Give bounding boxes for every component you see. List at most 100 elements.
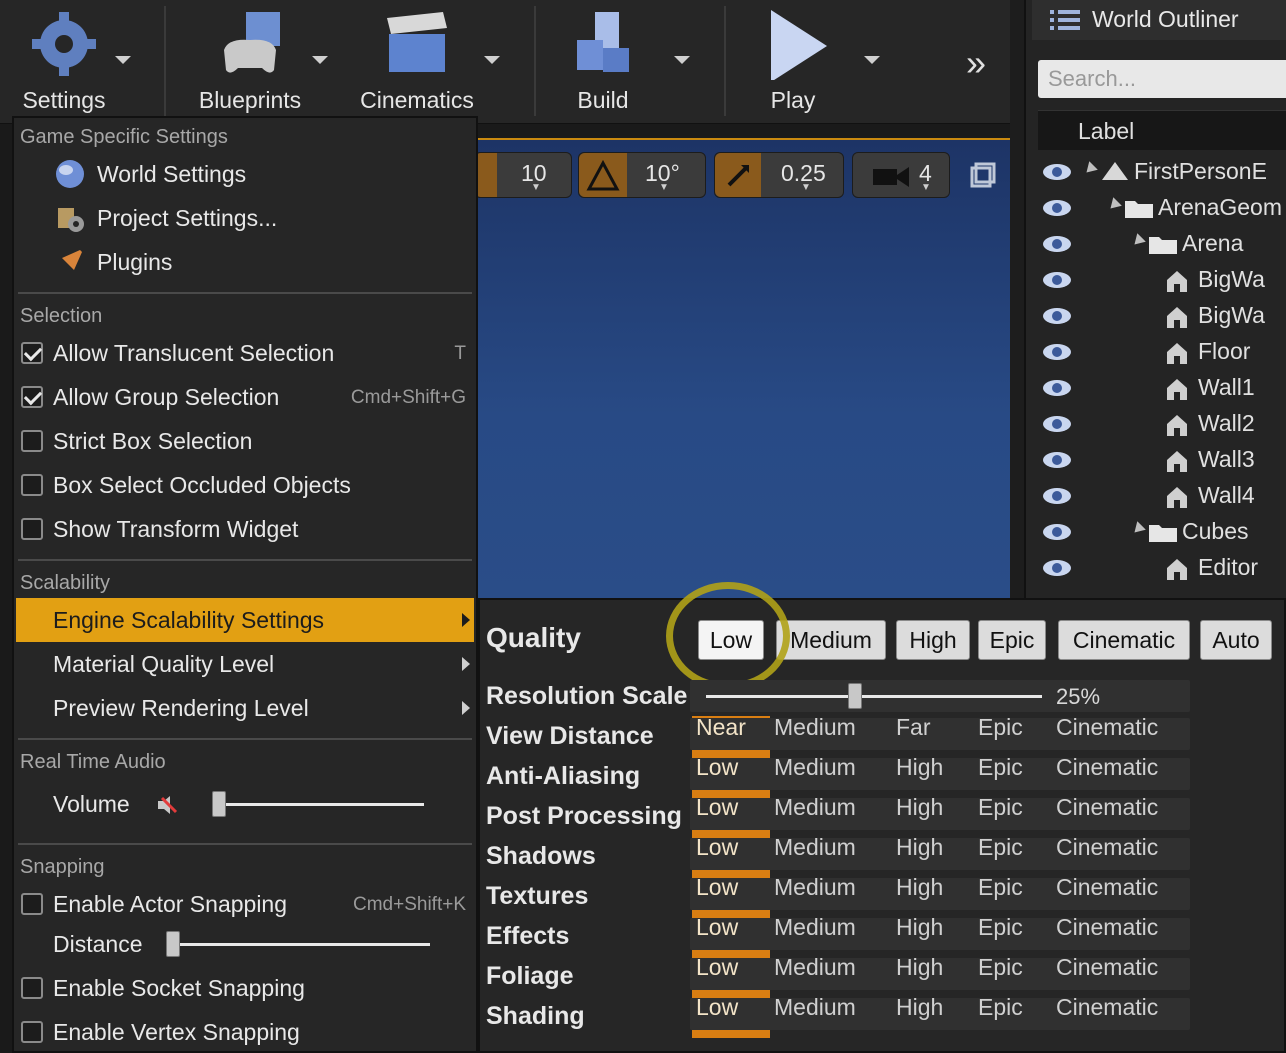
scalability-option[interactable]: Cinematic [1056,754,1158,781]
eye-icon[interactable] [1042,450,1072,470]
level-viewport[interactable]: 10 ▼ 10° ▼ 0.25 ▼ 4 ▼ [474,138,1010,598]
scalability-option[interactable]: Epic [978,834,1023,861]
eye-icon[interactable] [1042,270,1072,290]
outliner-search-input[interactable]: Search... [1038,60,1286,98]
scalability-option[interactable]: Cinematic [1056,714,1158,741]
chevron-down-icon[interactable] [864,56,880,64]
rotate-icon[interactable] [579,153,627,197]
expand-arrow-icon[interactable] [1082,161,1098,177]
menu-item-allow-translucent-selection[interactable]: Allow Translucent Selection T [16,331,474,375]
scalability-option[interactable]: Medium [774,754,856,781]
chevron-down-icon[interactable]: ▼ [921,182,931,193]
scalability-option[interactable]: Low [696,954,738,981]
camera-speed-control[interactable]: 4 ▼ [852,152,950,198]
scalability-option[interactable]: High [896,834,943,861]
chevron-down-icon[interactable]: ▼ [531,182,541,193]
outliner-row[interactable]: BigWa [1038,298,1286,334]
scalability-option[interactable]: Medium [774,794,856,821]
scalability-option[interactable]: Far [896,714,931,741]
scalability-option[interactable]: Near [696,714,746,741]
scalability-option[interactable]: Epic [978,994,1023,1021]
scalability-option[interactable]: Cinematic [1056,994,1158,1021]
build-button[interactable]: Build [550,0,690,120]
checkbox-unchecked[interactable] [21,893,43,915]
eye-icon[interactable] [1042,486,1072,506]
volume-slider-thumb[interactable] [212,791,226,817]
scalability-option[interactable]: High [896,754,943,781]
scalability-option[interactable]: Cinematic [1056,834,1158,861]
scalability-option[interactable]: Low [696,874,738,901]
eye-icon[interactable] [1042,378,1072,398]
grid-snap-control[interactable]: 10 ▼ [474,152,572,198]
scalability-option[interactable]: Epic [978,914,1023,941]
expand-arrow-icon[interactable] [1106,197,1122,213]
menu-item-strict-box-selection[interactable]: Strict Box Selection [16,419,474,463]
menu-item-enable-vertex-snapping[interactable]: Enable Vertex Snapping [16,1010,474,1053]
checkbox-checked[interactable] [21,386,43,408]
maximize-icon[interactable] [968,162,996,190]
menu-item-allow-group-selection[interactable]: Allow Group Selection Cmd+Shift+G [16,375,474,419]
blueprints-button[interactable]: Blueprints [180,0,328,120]
menu-item-project-settings[interactable]: Project Settings... [16,196,474,240]
resolution-scale-slider-thumb[interactable] [848,683,862,709]
eye-icon[interactable] [1042,414,1072,434]
scalability-option[interactable]: High [896,794,943,821]
outliner-row[interactable]: Wall1 [1038,370,1286,406]
menu-item-preview-rendering-level[interactable]: Preview Rendering Level [16,686,474,730]
outliner-column-header[interactable]: Label [1038,110,1286,150]
volume-slider-track[interactable] [214,803,424,806]
toolbar-overflow-icon[interactable]: » [966,42,986,84]
eye-icon[interactable] [1042,162,1072,182]
outliner-row[interactable]: ArenaGeom [1038,190,1286,226]
distance-slider-track[interactable] [172,943,430,946]
scalability-option[interactable]: Low [696,754,738,781]
chevron-down-icon[interactable] [115,56,131,64]
menu-item-show-transform-widget[interactable]: Show Transform Widget [16,507,474,551]
outliner-row[interactable]: Editor [1038,550,1286,586]
menu-item-enable-socket-snapping[interactable]: Enable Socket Snapping [16,966,474,1010]
expand-arrow-icon[interactable] [1130,521,1146,537]
quality-preset-epic-button[interactable]: Epic [978,620,1046,660]
chevron-down-icon[interactable] [484,56,500,64]
scale-icon[interactable] [715,153,761,197]
scalability-option[interactable]: Epic [978,754,1023,781]
outliner-row[interactable]: Wall4 [1038,478,1286,514]
scalability-option[interactable]: High [896,954,943,981]
checkbox-unchecked[interactable] [21,474,43,496]
menu-item-plugins[interactable]: Plugins [16,240,474,284]
scalability-option[interactable]: Medium [774,914,856,941]
scalability-option[interactable]: Medium [774,994,856,1021]
scalability-option[interactable]: Medium [774,834,856,861]
chevron-down-icon[interactable] [674,56,690,64]
outliner-row[interactable]: Floor [1038,334,1286,370]
eye-icon[interactable] [1042,234,1072,254]
eye-icon[interactable] [1042,558,1072,578]
outliner-row[interactable]: FirstPersonE [1038,154,1286,190]
eye-icon[interactable] [1042,342,1072,362]
checkbox-unchecked[interactable] [21,430,43,452]
outliner-row[interactable]: Arena [1038,226,1286,262]
menu-item-material-quality-level[interactable]: Material Quality Level [16,642,474,686]
quality-preset-cinematic-button[interactable]: Cinematic [1058,620,1190,660]
scalability-option[interactable]: Medium [774,874,856,901]
outliner-row[interactable]: BigWa [1038,262,1286,298]
scalability-option[interactable]: Cinematic [1056,914,1158,941]
world-outliner-tab[interactable]: World Outliner [1032,0,1286,40]
scalability-option[interactable]: Cinematic [1056,794,1158,821]
distance-slider-thumb[interactable] [166,931,180,957]
scalability-option[interactable]: Low [696,914,738,941]
cinematics-button[interactable]: Cinematics [350,0,500,120]
checkbox-checked[interactable] [21,342,43,364]
eye-icon[interactable] [1042,306,1072,326]
play-button[interactable]: Play [740,0,880,120]
eye-icon[interactable] [1042,522,1072,542]
scalability-option[interactable]: Low [696,794,738,821]
quality-preset-high-button[interactable]: High [896,620,970,660]
menu-item-engine-scalability-settings[interactable]: Engine Scalability Settings [16,598,474,642]
scalability-option[interactable]: Cinematic [1056,874,1158,901]
scalability-option[interactable]: Epic [978,954,1023,981]
scalability-option[interactable]: Epic [978,714,1023,741]
scalability-option[interactable]: Low [696,994,738,1021]
scalability-option[interactable]: Epic [978,874,1023,901]
expand-arrow-icon[interactable] [1130,233,1146,249]
